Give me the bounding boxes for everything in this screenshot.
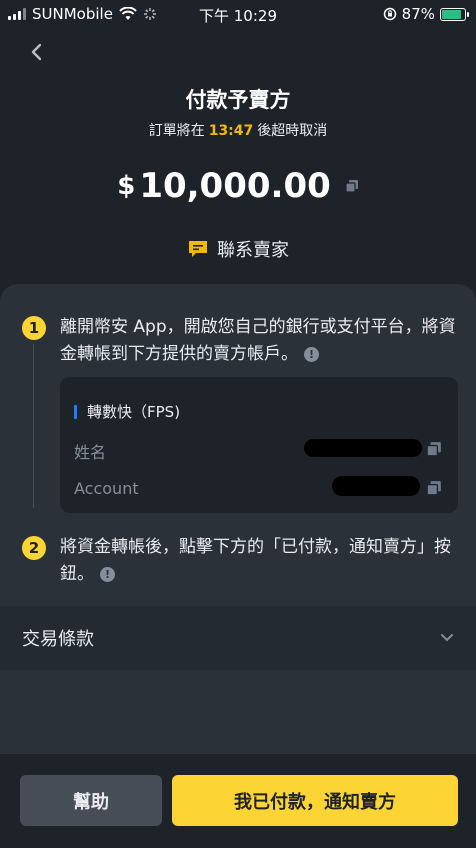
- status-right: 87%: [383, 5, 476, 23]
- amount-value: 10,000.00: [139, 166, 331, 206]
- rotation-lock-icon: [383, 7, 396, 21]
- status-bar: SUNMobile 下午 10:29 87%: [0, 0, 476, 28]
- name-label: 姓名: [74, 443, 107, 462]
- chevron-down-icon: [441, 634, 453, 642]
- chevron-left-icon: [31, 43, 42, 61]
- redacted-account: [332, 476, 420, 496]
- signal-icon: [8, 8, 26, 20]
- battery-percent: 87%: [401, 5, 435, 23]
- wifi-icon: [119, 7, 137, 20]
- account-label: Account: [74, 479, 139, 498]
- payment-method: 轉數快（FPS): [74, 401, 180, 422]
- page-title: 付款予賣方: [185, 88, 291, 112]
- step-1-text: 離開幣安 App，開啟您自己的銀行或支付平台，將資金轉帳到下方提供的賣方帳戶。!: [60, 314, 456, 368]
- copy-icon[interactable]: [426, 441, 442, 457]
- step-2-text: 將資金轉帳後，點擊下方的「已付款，通知賣方」按鈕。!: [60, 534, 456, 588]
- step-1-badge: 1: [22, 316, 46, 340]
- timer-prefix: 訂單將在: [148, 123, 205, 139]
- back-button[interactable]: [24, 40, 48, 64]
- status-left: SUNMobile: [0, 5, 157, 23]
- timer-suffix: 後超時取消: [257, 123, 328, 139]
- terms-accordion[interactable]: 交易條款: [0, 606, 476, 670]
- currency-symbol: $: [117, 171, 136, 201]
- step-connector-line: [33, 344, 34, 508]
- step-2-label: 將資金轉帳後，點擊下方的「已付款，通知賣方」按鈕。: [60, 537, 451, 584]
- payment-details-box: 轉數快（FPS) 姓名 Account: [60, 377, 458, 513]
- copy-icon[interactable]: [426, 480, 442, 496]
- info-icon[interactable]: !: [304, 346, 319, 362]
- payment-method-label: 轉數快（FPS): [87, 403, 181, 421]
- fps-marker: [74, 404, 77, 419]
- terms-label: 交易條款: [22, 629, 94, 650]
- step-1-label: 離開幣安 App，開啟您自己的銀行或支付平台，將資金轉帳到下方提供的賣方帳戶。: [60, 317, 456, 364]
- chat-bubble-icon: [189, 241, 207, 257]
- order-timer: 訂單將在 13:47 後超時取消: [0, 120, 476, 140]
- loading-spinner-icon: [143, 8, 156, 20]
- timer-value: 13:47: [208, 123, 254, 139]
- redacted-name: [304, 439, 422, 457]
- battery-icon: [440, 7, 469, 21]
- payment-amount: $ 10,000.00: [0, 166, 476, 206]
- contact-seller-label: 聯系賣家: [217, 240, 289, 261]
- help-button[interactable]: 幫助: [20, 775, 162, 826]
- paid-notify-seller-button[interactable]: 我已付款，通知賣方: [172, 775, 458, 826]
- copy-icon[interactable]: [345, 179, 359, 193]
- info-icon[interactable]: !: [100, 566, 115, 582]
- carrier-name: SUNMobile: [32, 5, 113, 23]
- step-2-badge: 2: [22, 536, 46, 560]
- contact-seller-button[interactable]: 聯系賣家: [0, 236, 476, 262]
